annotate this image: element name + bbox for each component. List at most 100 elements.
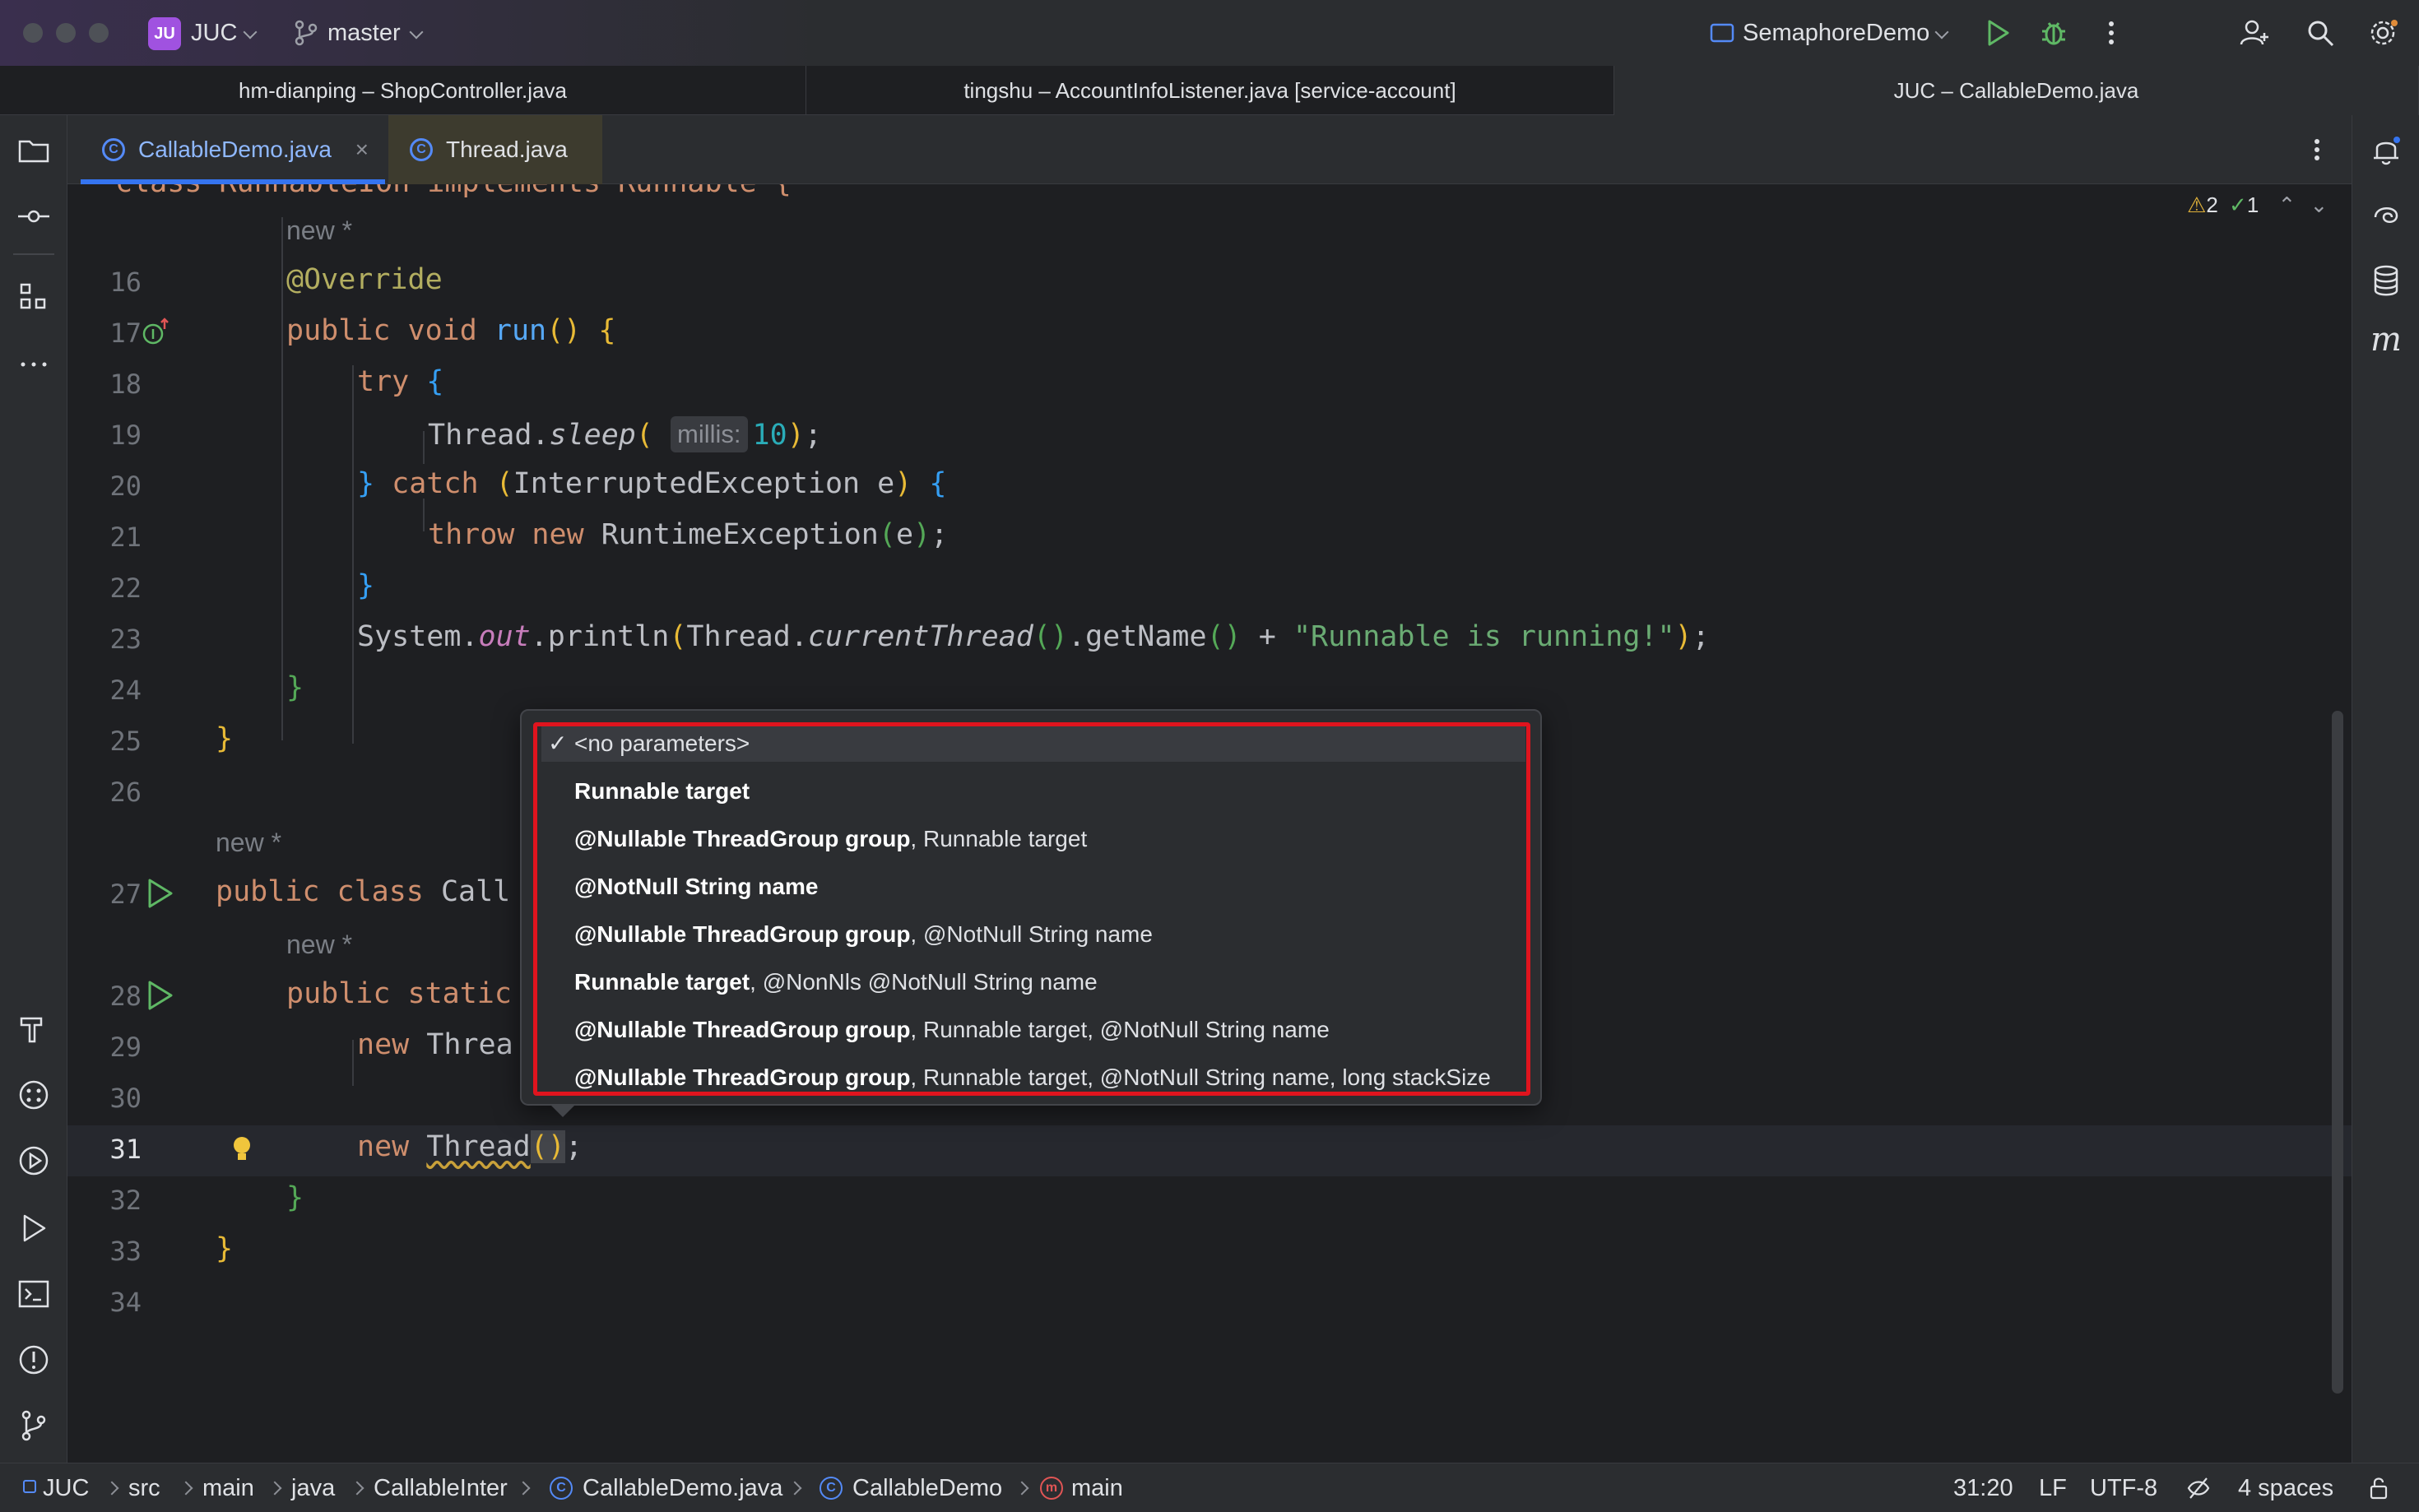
project-badge[interactable]: JU	[148, 17, 181, 50]
implements-gutter-icon[interactable]	[140, 316, 173, 349]
weak-warning-count: 1	[2246, 192, 2259, 217]
code-line-33: }	[216, 1232, 234, 1265]
chevron-right-icon	[104, 1481, 119, 1496]
line-number: 27	[109, 879, 142, 910]
editor-tabs: C CallableDemo.java × C Thread.java	[67, 115, 2352, 184]
window-tab-hm-dianping[interactable]: hm-dianping – ShopController.java	[0, 66, 806, 115]
line-number: 29	[109, 1032, 142, 1063]
code-line-23: System.out.println(Thread.currentThread(…	[357, 620, 1710, 653]
search-icon[interactable]	[2304, 16, 2337, 49]
breadcrumb-item[interactable]: CallableDemo	[852, 1463, 1002, 1512]
commit-icon[interactable]	[16, 199, 51, 234]
run-config-name[interactable]: SemaphoreDemo	[1743, 18, 1929, 48]
line-number: 23	[109, 624, 142, 655]
line-number-current: 31	[109, 1134, 142, 1165]
unlock-icon[interactable]	[2366, 1475, 2391, 1501]
caret-position[interactable]: 31:20	[1953, 1463, 2013, 1512]
breadcrumb-item[interactable]: JUC	[43, 1463, 89, 1512]
parameter-info-popup: ✓ <no parameters> Runnable target @Nulla…	[520, 709, 1542, 1106]
codevision-author-hint[interactable]: new *	[216, 828, 281, 858]
tab-callabledemo[interactable]: C CallableDemo.java ×	[81, 115, 385, 184]
problems-icon[interactable]	[16, 1343, 51, 1377]
lightbulb-icon[interactable]	[229, 1134, 255, 1166]
services-icon[interactable]	[16, 1078, 51, 1112]
code-line-32: }	[286, 1181, 304, 1214]
code-line-21: throw new RuntimeException(e);	[428, 518, 949, 551]
run-class-gutter-icon[interactable]	[143, 877, 176, 910]
tab-thread[interactable]: C Thread.java	[388, 115, 602, 184]
project-name[interactable]: JUC	[191, 18, 237, 48]
line-number: 18	[109, 369, 142, 400]
more-vertical-icon[interactable]	[2095, 16, 2128, 49]
breadcrumb-item[interactable]: src	[128, 1463, 160, 1512]
branch-name[interactable]: master	[327, 18, 401, 48]
code-line-20: } catch (InterruptedException e) {	[357, 467, 947, 500]
build-hammer-icon[interactable]	[16, 1012, 51, 1046]
chevron-right-icon	[179, 1481, 193, 1496]
database-icon[interactable]	[2369, 263, 2403, 298]
status-bar: JUC src main java CallableInter C Callab…	[0, 1463, 2419, 1512]
ai-assistant-icon[interactable]	[2369, 197, 2403, 232]
minimize-window-button[interactable]	[56, 23, 76, 43]
more-horizontal-icon[interactable]	[16, 347, 51, 382]
close-tab-icon[interactable]: ×	[355, 115, 369, 184]
file-encoding[interactable]: UTF-8	[2090, 1463, 2157, 1512]
chevron-right-icon	[787, 1481, 802, 1496]
settings-gear-icon[interactable]	[2366, 16, 2399, 49]
project-window-tabs: hm-dianping – ShopController.java tingsh…	[0, 66, 2419, 115]
codevision-author-hint[interactable]: new *	[286, 216, 352, 246]
line-number: 32	[109, 1185, 142, 1216]
add-user-icon[interactable]	[2238, 16, 2271, 49]
indent-setting[interactable]: 4 spaces	[2238, 1463, 2333, 1512]
no-highlighting-icon[interactable]	[2185, 1475, 2212, 1501]
run-main-gutter-icon[interactable]	[143, 979, 176, 1012]
line-separator[interactable]: LF	[2039, 1463, 2067, 1512]
line-number: 17	[109, 318, 142, 349]
right-tool-strip: m	[2352, 115, 2419, 1463]
inspection-widget[interactable]: ⚠2 ✓1 ⌃ ⌄	[2187, 192, 2328, 218]
project-folder-icon[interactable]	[16, 133, 51, 168]
code-line-24: }	[286, 671, 304, 704]
breadcrumb-item[interactable]: CallableInter	[374, 1463, 508, 1512]
line-number: 16	[109, 267, 142, 298]
code-line-29: new Threa	[357, 1028, 513, 1061]
check-icon: ✓	[2229, 192, 2247, 217]
line-number: 19	[109, 420, 142, 451]
breadcrumb-item[interactable]: main	[202, 1463, 254, 1512]
run-icon[interactable]	[1981, 16, 2014, 49]
indent-guide	[352, 1040, 354, 1086]
breadcrumb-item[interactable]: main	[1071, 1463, 1123, 1512]
zoom-window-button[interactable]	[89, 23, 109, 43]
git-branch-icon[interactable]	[16, 1408, 51, 1443]
chevron-right-icon	[1014, 1481, 1029, 1496]
code-line-28: public static	[286, 977, 512, 1010]
chevron-down-icon[interactable]: ⌄	[2310, 192, 2328, 217]
debug-icon[interactable]	[2037, 16, 2070, 49]
window-tab-tingshu[interactable]: tingshu – AccountInfoListener.java [serv…	[806, 66, 1614, 115]
indent-guide	[281, 217, 283, 740]
code-line-17: public void run() {	[286, 314, 616, 347]
close-window-button[interactable]	[23, 23, 43, 43]
debug-tool-icon[interactable]	[16, 1143, 51, 1178]
chevron-down-icon	[1934, 25, 1949, 39]
breadcrumb-item[interactable]: java	[291, 1463, 335, 1512]
chevron-down-icon	[243, 25, 258, 39]
line-number: 22	[109, 573, 142, 604]
breadcrumb-item[interactable]: CallableDemo.java	[583, 1463, 782, 1512]
codevision-author-hint[interactable]: new *	[286, 930, 352, 960]
module-icon	[23, 1480, 36, 1493]
chevron-up-icon[interactable]: ⌃	[2278, 192, 2296, 217]
editor-scrollbar[interactable]	[2332, 711, 2343, 1394]
class-icon: C	[819, 1477, 843, 1500]
maven-icon[interactable]: m	[2370, 321, 2402, 359]
line-number: 21	[109, 522, 142, 553]
highlight-annotation-box	[533, 722, 1530, 1096]
more-vertical-icon[interactable]	[2302, 135, 2332, 165]
window-tab-juc[interactable]: JUC – CallableDemo.java	[1614, 66, 2419, 115]
terminal-icon[interactable]	[16, 1277, 51, 1311]
chevron-down-icon	[409, 25, 424, 39]
notifications-bell-icon[interactable]	[2369, 133, 2403, 168]
run-tool-icon[interactable]	[16, 1211, 51, 1245]
structure-icon[interactable]	[16, 280, 51, 314]
line-number: 28	[109, 981, 142, 1012]
